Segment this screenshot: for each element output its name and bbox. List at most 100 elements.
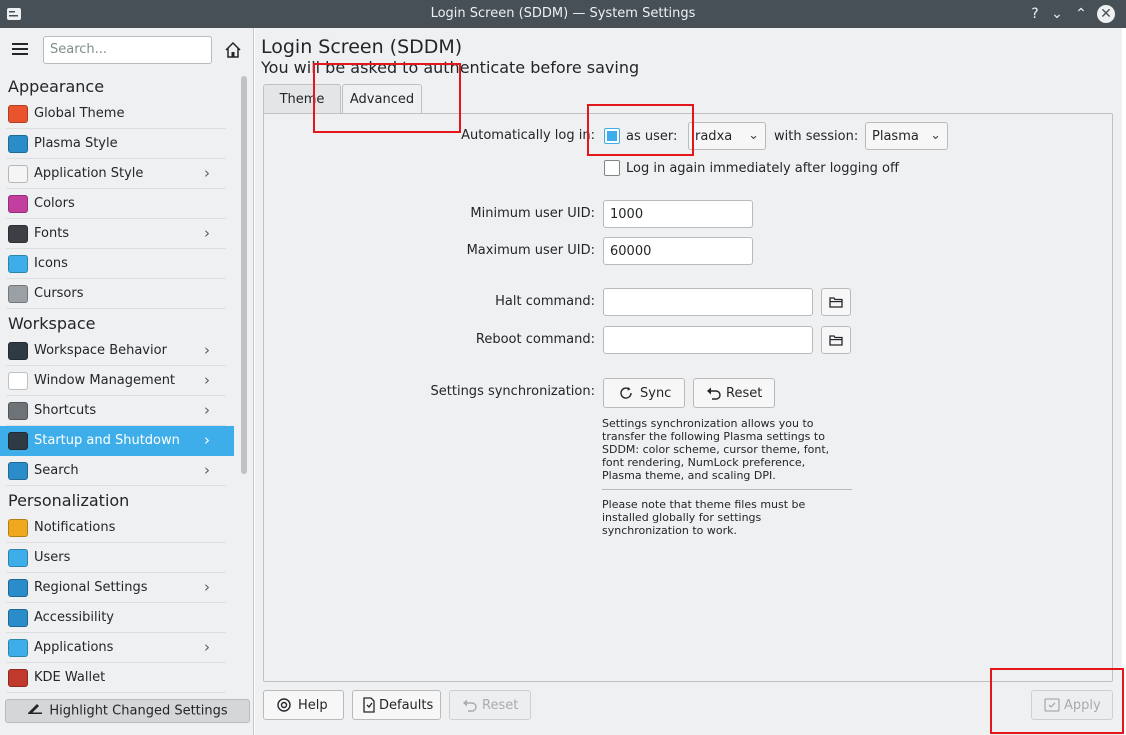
- sidebar-item-colors[interactable]: Colors: [0, 189, 234, 219]
- min-uid-label: Minimum user UID:: [470, 206, 595, 221]
- document-icon: [363, 697, 375, 713]
- accessibility-icon: [8, 609, 28, 627]
- item-divider: [6, 485, 226, 486]
- item-divider: [6, 692, 226, 693]
- highlight-box-apply: [990, 668, 1124, 734]
- folder-icon: [829, 335, 843, 346]
- sidebar-item-global-theme[interactable]: Global Theme: [0, 99, 234, 129]
- sidebar-scrollbar[interactable]: [241, 76, 247, 474]
- sidebar-item-label: KDE Wallet: [34, 670, 106, 685]
- sidebar-item-fonts[interactable]: Fonts ›: [0, 219, 234, 249]
- sidebar-item-label: Cursors: [34, 286, 84, 301]
- help-icon: [277, 698, 291, 712]
- window-management-icon: [8, 372, 28, 390]
- search-input[interactable]: Search...: [43, 36, 212, 64]
- sidebar-item-label: Global Theme: [34, 106, 125, 121]
- sidebar-item-startup-and-shutdown[interactable]: Startup and Shutdown ›: [0, 426, 234, 456]
- with-session-label: with session:: [774, 129, 859, 144]
- chevron-right-icon: ›: [204, 431, 210, 449]
- chevron-down-icon: ⌄: [748, 128, 759, 143]
- max-uid-label: Maximum user UID:: [466, 243, 595, 258]
- theme-note-line: installed globally for settings: [602, 511, 762, 524]
- reboot-command-input[interactable]: [603, 326, 813, 354]
- title-bar: Login Screen (SDDM) — System Settings ? …: [0, 0, 1126, 28]
- window-title: Login Screen (SDDM) — System Settings: [430, 6, 696, 21]
- sync-note-line: font rendering, NumLock preference,: [602, 456, 806, 469]
- theme-files-note: Please note that theme files must be ins…: [602, 498, 805, 537]
- sidebar-item-cursors[interactable]: Cursors: [0, 279, 234, 309]
- sidebar-item-label: Applications: [34, 640, 114, 655]
- highlight-icon: [27, 700, 43, 722]
- colors-icon: [8, 195, 28, 213]
- close-button[interactable]: ✕: [1097, 5, 1115, 23]
- sidebar-item-notifications[interactable]: Notifications: [0, 513, 234, 543]
- kde-wallet-icon: [8, 669, 28, 687]
- sidebar-item-kde-wallet[interactable]: KDE Wallet: [0, 663, 234, 693]
- search-icon: [8, 462, 28, 480]
- halt-command-label: Halt command:: [495, 294, 595, 309]
- min-uid-input[interactable]: 1000: [603, 200, 753, 228]
- chevron-right-icon: ›: [204, 578, 210, 596]
- sync-note-line: SDDM: color scheme, cursor theme, font,: [602, 443, 830, 456]
- user-combo[interactable]: radxa ⌄: [688, 122, 766, 150]
- sidebar-item-label: Regional Settings: [34, 580, 148, 595]
- sidebar-item-applications[interactable]: Applications ›: [0, 633, 234, 663]
- sidebar-item-label: Search: [34, 463, 79, 478]
- help-window-button[interactable]: ?: [1026, 5, 1044, 23]
- sidebar-item-label: Workspace Behavior: [34, 343, 167, 358]
- defaults-button[interactable]: Defaults: [352, 690, 441, 720]
- session-combo[interactable]: Plasma ⌄: [865, 122, 948, 150]
- sync-note: Settings synchronization allows you to t…: [602, 417, 829, 482]
- sidebar-item-regional-settings[interactable]: Regional Settings ›: [0, 573, 234, 603]
- sidebar-item-application-style[interactable]: Application Style ›: [0, 159, 234, 189]
- sync-reset-button[interactable]: Reset: [693, 378, 775, 408]
- sidebar-item-label: Notifications: [34, 520, 116, 535]
- theme-note-line: Please note that theme files must be: [602, 498, 806, 511]
- sidebar-category: Workspace: [8, 314, 96, 333]
- sidebar-item-plasma-style[interactable]: Plasma Style: [0, 129, 234, 159]
- sidebar-item-search[interactable]: Search ›: [0, 456, 234, 486]
- regional-settings-icon: [8, 579, 28, 597]
- chevron-right-icon: ›: [204, 401, 210, 419]
- footer-reset-button[interactable]: Reset: [449, 690, 531, 720]
- sidebar-item-accessibility[interactable]: Accessibility: [0, 603, 234, 633]
- relogin-label: Log in again immediately after logging o…: [626, 161, 899, 176]
- highlight-button-label: Highlight Changed Settings: [49, 703, 228, 719]
- user-combo-value: radxa: [695, 129, 733, 144]
- plasma-style-icon: [8, 135, 28, 153]
- halt-command-input[interactable]: [603, 288, 813, 316]
- reboot-browse-button[interactable]: [821, 326, 851, 354]
- minimize-button[interactable]: ⌄: [1048, 5, 1066, 23]
- max-uid-input[interactable]: 60000: [603, 237, 753, 265]
- maximize-button[interactable]: ⌃: [1072, 5, 1090, 23]
- sync-button[interactable]: Sync: [603, 378, 685, 408]
- undo-icon: [707, 387, 721, 400]
- sidebar-item-shortcuts[interactable]: Shortcuts ›: [0, 396, 234, 426]
- sidebar-item-label: Startup and Shutdown: [34, 433, 180, 448]
- sidebar-item-workspace-behavior[interactable]: Workspace Behavior ›: [0, 336, 234, 366]
- halt-browse-button[interactable]: [821, 288, 851, 316]
- help-button[interactable]: Help: [263, 690, 344, 720]
- application-style-icon: [8, 165, 28, 183]
- hamburger-menu-icon[interactable]: [12, 42, 28, 56]
- relogin-checkbox[interactable]: [604, 160, 620, 176]
- sidebar-item-icons[interactable]: Icons: [0, 249, 234, 279]
- sidebar-item-label: Shortcuts: [34, 403, 97, 418]
- home-icon[interactable]: [224, 41, 242, 59]
- startup-shutdown-icon: [8, 432, 28, 450]
- sync-note-line: Settings synchronization allows you to: [602, 417, 814, 430]
- sync-note-line: Plasma theme, and scaling DPI.: [602, 469, 776, 482]
- chevron-right-icon: ›: [204, 461, 210, 479]
- folder-icon: [829, 297, 843, 308]
- fonts-icon: [8, 225, 28, 243]
- sidebar-item-users[interactable]: Users: [0, 543, 234, 573]
- sidebar-item-label: Icons: [34, 256, 68, 271]
- sidebar-item-window-management[interactable]: Window Management ›: [0, 366, 234, 396]
- sidebar-item-label: Colors: [34, 196, 75, 211]
- chevron-right-icon: ›: [204, 638, 210, 656]
- highlight-changed-settings-button[interactable]: Highlight Changed Settings: [5, 699, 250, 723]
- sidebar-toolbar: Search...: [0, 28, 254, 72]
- highlight-box-advanced-tab: [313, 63, 461, 133]
- note-divider: [602, 489, 852, 490]
- sidebar-item-label: Users: [34, 550, 71, 565]
